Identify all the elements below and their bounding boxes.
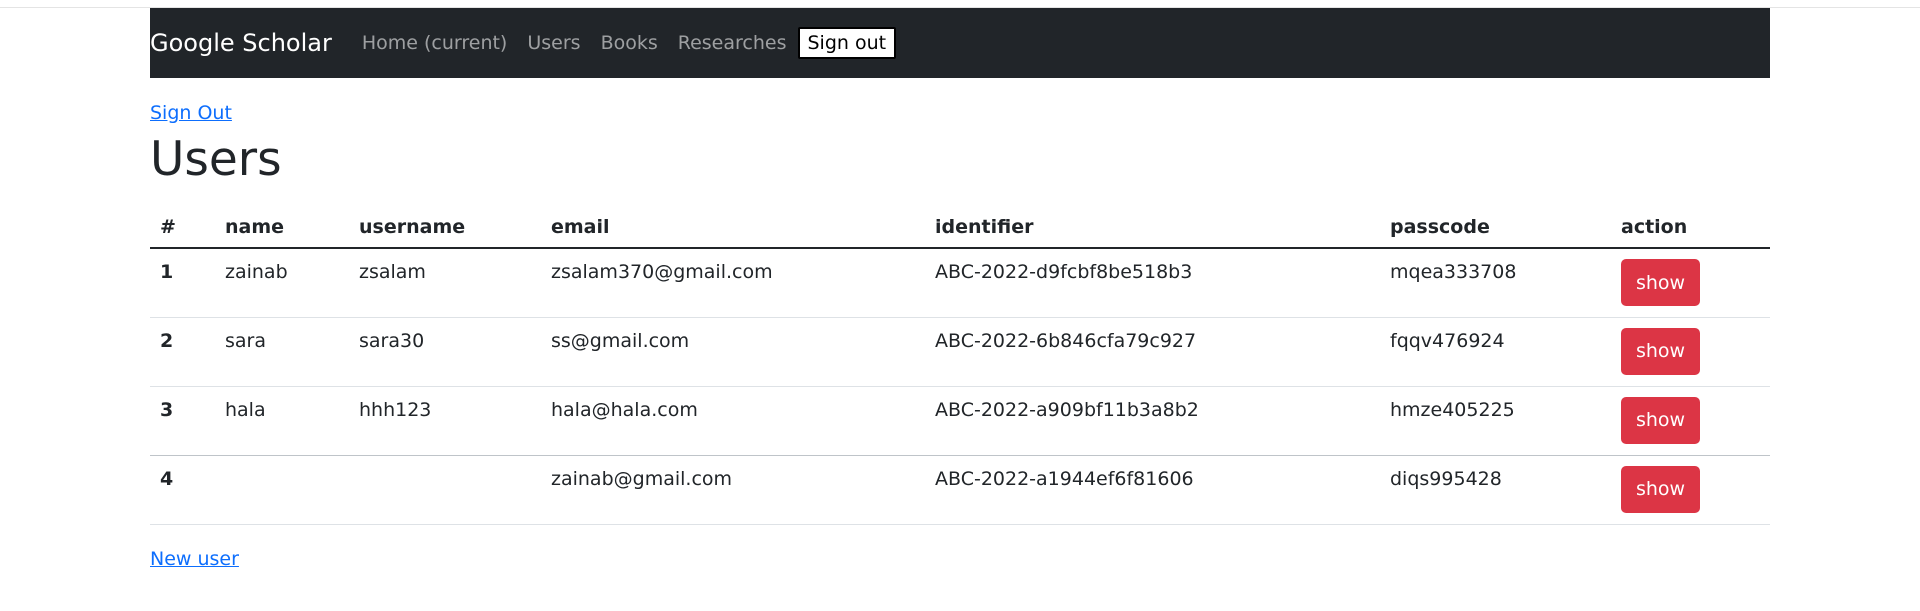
table-header-row: # name username email identifier passcod… xyxy=(150,206,1770,249)
new-user-link[interactable]: New user xyxy=(150,548,239,570)
cell-passcode: mqea333708 xyxy=(1380,248,1611,318)
table-row: 3 hala hhh123 hala@hala.com ABC-2022-a90… xyxy=(150,386,1770,456)
nav-link-users[interactable]: Users xyxy=(527,32,580,54)
cell-username: zsalam xyxy=(349,248,541,318)
users-table: # name username email identifier passcod… xyxy=(150,206,1770,525)
cell-index: 4 xyxy=(150,455,215,525)
cell-identifier: ABC-2022-6b846cfa79c927 xyxy=(925,317,1380,387)
table-row: 1 zainab zsalam zsalam370@gmail.com ABC-… xyxy=(150,248,1770,318)
cell-username xyxy=(349,455,541,525)
cell-name: hala xyxy=(215,386,349,456)
nav-link-home[interactable]: Home (current) xyxy=(362,32,508,54)
cell-identifier: ABC-2022-a1944ef6f81606 xyxy=(925,455,1380,525)
cell-action: show xyxy=(1611,455,1770,525)
cell-passcode: diqs995428 xyxy=(1380,455,1611,525)
cell-identifier: ABC-2022-d9fcbf8be518b3 xyxy=(925,248,1380,318)
column-header-identifier: identifier xyxy=(925,206,1380,249)
table-row: 2 sara sara30 ss@gmail.com ABC-2022-6b84… xyxy=(150,317,1770,387)
cell-passcode: hmze405225 xyxy=(1380,386,1611,456)
cell-name: sara xyxy=(215,317,349,387)
cell-email: zainab@gmail.com xyxy=(541,455,925,525)
nav-link-books[interactable]: Books xyxy=(601,32,658,54)
page-title: Users xyxy=(150,132,282,187)
cell-email: ss@gmail.com xyxy=(541,317,925,387)
cell-name: zainab xyxy=(215,248,349,318)
navbar-signout-button[interactable]: Sign out xyxy=(797,27,897,59)
table-row: 4 zainab@gmail.com ABC-2022-a1944ef6f816… xyxy=(150,455,1770,525)
cell-username: hhh123 xyxy=(349,386,541,456)
cell-username: sara30 xyxy=(349,317,541,387)
show-button[interactable]: show xyxy=(1621,327,1700,375)
column-header-email: email xyxy=(541,206,925,249)
nav-link-researches[interactable]: Researches xyxy=(678,32,787,54)
cell-email: hala@hala.com xyxy=(541,386,925,456)
column-header-index: # xyxy=(150,206,215,249)
column-header-action: action xyxy=(1611,206,1770,249)
signout-link[interactable]: Sign Out xyxy=(150,102,232,124)
column-header-name: name xyxy=(215,206,349,249)
cell-index: 2 xyxy=(150,317,215,387)
column-header-passcode: passcode xyxy=(1380,206,1611,249)
cell-name xyxy=(215,455,349,525)
cell-identifier: ABC-2022-a909bf11b3a8b2 xyxy=(925,386,1380,456)
column-header-username: username xyxy=(349,206,541,249)
show-button[interactable]: show xyxy=(1621,259,1700,306)
cell-index: 1 xyxy=(150,248,215,318)
cell-action: show xyxy=(1611,317,1770,387)
show-button[interactable]: show xyxy=(1621,465,1700,513)
cell-passcode: fqqv476924 xyxy=(1380,317,1611,387)
show-button[interactable]: show xyxy=(1621,396,1700,444)
cell-action: show xyxy=(1611,386,1770,456)
navbar: Google Scholar Home (current) Users Book… xyxy=(150,8,1770,78)
navbar-brand[interactable]: Google Scholar xyxy=(150,29,332,57)
cell-index: 3 xyxy=(150,386,215,456)
cell-email: zsalam370@gmail.com xyxy=(541,248,925,318)
cell-action: show xyxy=(1611,248,1770,318)
